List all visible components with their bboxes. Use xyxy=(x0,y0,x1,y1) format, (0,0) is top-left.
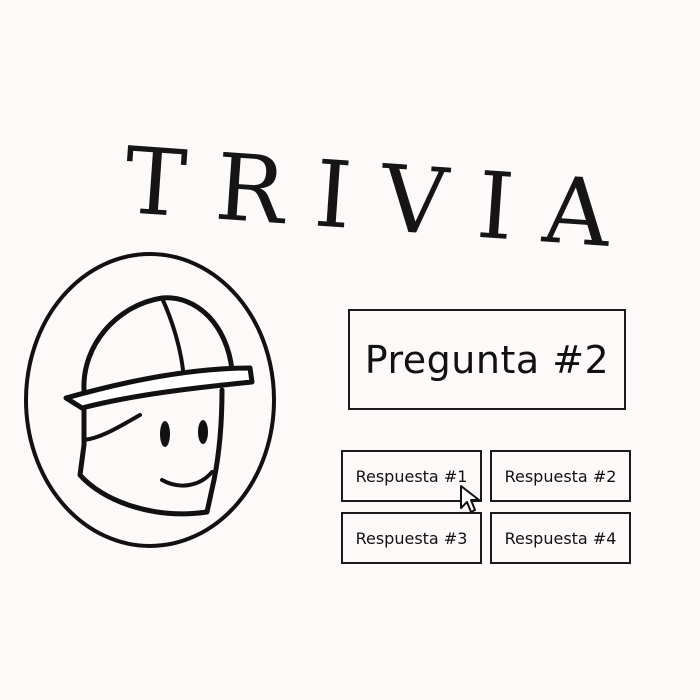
mouse-cursor-icon xyxy=(458,484,484,516)
answer-2-label: Respuesta #2 xyxy=(504,466,617,486)
helmet-character-icon xyxy=(22,250,282,550)
question-label: Pregunta #2 xyxy=(364,337,610,382)
answer-4-button[interactable]: Respuesta #4 xyxy=(490,512,631,564)
answer-4-label: Respuesta #4 xyxy=(504,528,617,548)
answer-2-button[interactable]: Respuesta #2 xyxy=(490,450,631,502)
answer-3-label: Respuesta #3 xyxy=(355,528,468,548)
question-box: Pregunta #2 xyxy=(348,309,626,410)
answer-1-label: Respuesta #1 xyxy=(355,466,468,486)
trivia-title-text: TRIVIA xyxy=(121,130,640,270)
answer-3-button[interactable]: Respuesta #3 xyxy=(341,512,482,564)
